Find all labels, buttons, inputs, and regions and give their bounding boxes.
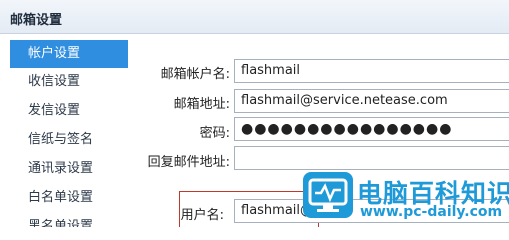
title-bar: 邮箱设置 xyxy=(0,0,509,34)
username-label: 用户名: xyxy=(180,208,224,223)
account-name-input[interactable]: flashmail xyxy=(234,59,509,83)
account-name-label: 邮箱帐户名: xyxy=(160,67,230,82)
sidebar-item-receive-settings[interactable]: 收信设置 xyxy=(10,68,128,96)
reply-to-input[interactable] xyxy=(234,146,509,170)
sidebar-item-contacts-settings[interactable]: 通讯录设置 xyxy=(10,155,128,183)
email-address-label: 邮箱地址: xyxy=(173,97,230,112)
watermark-url: www.pc-daily.com xyxy=(360,204,503,220)
sidebar: 帐户设置 收信设置 发信设置 信纸与签名 通讯录设置 白名单设置 黑名单设置 xyxy=(0,34,140,227)
sidebar-item-stationery-signature[interactable]: 信纸与签名 xyxy=(10,126,128,154)
sidebar-item-send-settings[interactable]: 发信设置 xyxy=(10,97,128,125)
password-label: 密码: xyxy=(199,126,230,141)
reply-to-label: 回复邮件地址: xyxy=(147,155,230,170)
sidebar-item-account-settings[interactable]: 帐户设置 xyxy=(10,40,128,68)
watermark-logo xyxy=(303,172,353,218)
email-address-input[interactable]: flashmail@service.netease.com xyxy=(234,89,509,113)
password-input[interactable]: ●●●●●●●●●●●●●●●● xyxy=(234,117,509,141)
sidebar-item-blacklist-settings[interactable]: 黑名单设置 xyxy=(10,213,128,227)
mail-settings-window: 邮箱设置 帐户设置 收信设置 发信设置 信纸与签名 通讯录设置 白名单设置 黑名… xyxy=(0,0,509,227)
sidebar-item-whitelist-settings[interactable]: 白名单设置 xyxy=(10,184,128,212)
window-title: 邮箱设置 xyxy=(10,13,63,28)
monitor-icon xyxy=(308,178,348,212)
